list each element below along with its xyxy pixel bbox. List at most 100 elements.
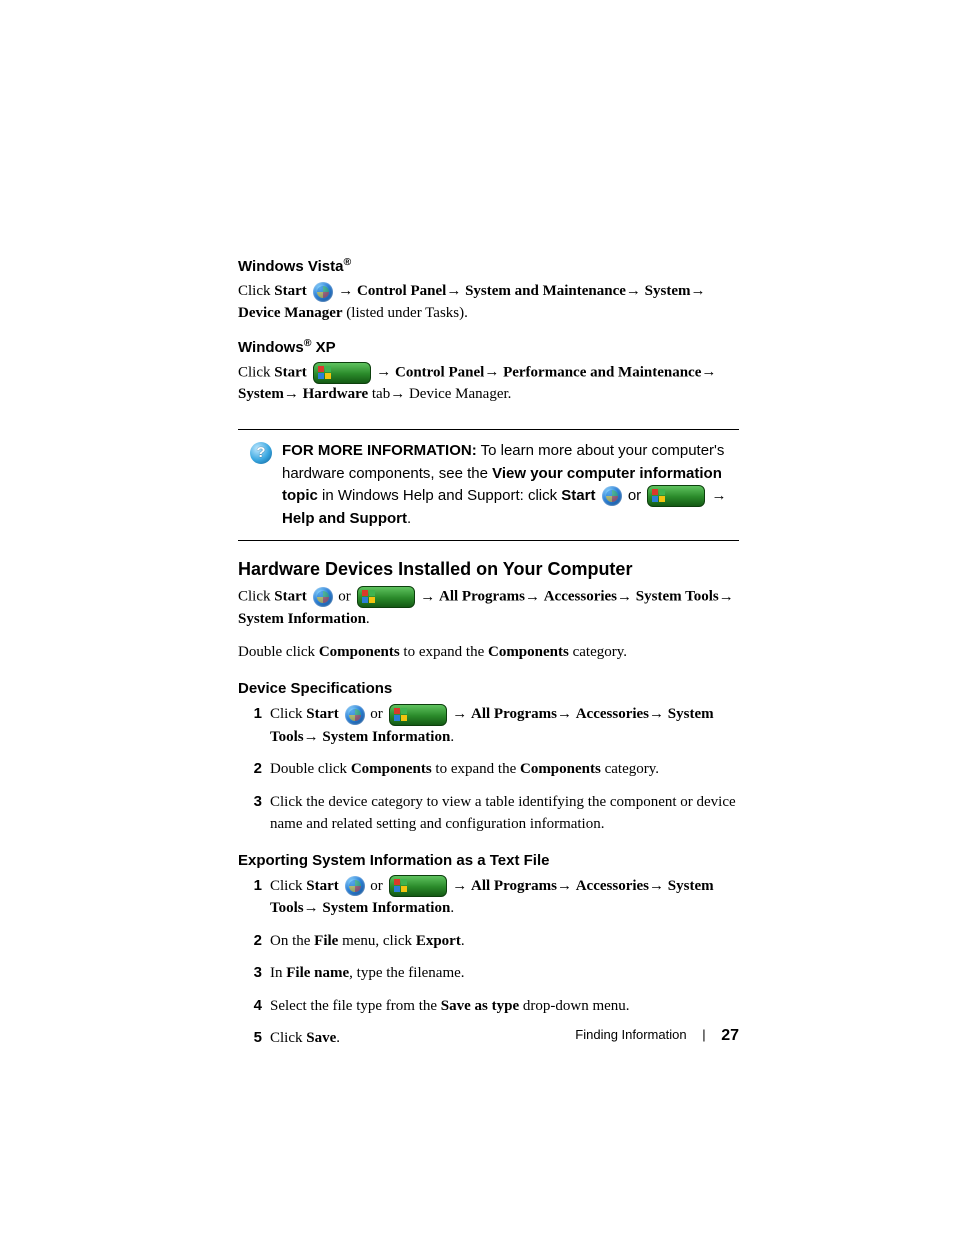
help-and-support: Help and Support: [282, 510, 407, 527]
text: or: [624, 487, 646, 504]
info-text: FOR MORE INFORMATION: To learn more abou…: [282, 440, 727, 530]
text: category.: [569, 644, 627, 660]
info-lead: FOR MORE INFORMATION:: [282, 442, 477, 459]
save-as-type: Save as type: [441, 998, 519, 1014]
arrow-icon: [304, 729, 319, 745]
arrow-icon: [649, 878, 664, 894]
heading-windows-vista: Windows Vista®: [238, 258, 739, 275]
list-item: 1 Click Start or All Programs Accessorie…: [270, 703, 739, 748]
step-number: 1: [238, 703, 262, 726]
text: Click: [238, 589, 274, 605]
hw-instruction-2: Double click Components to expand the Co…: [238, 642, 739, 664]
text: In: [270, 965, 286, 981]
start-label: Start: [306, 878, 339, 894]
path: Performance and Maintenance: [503, 364, 701, 380]
path: All Programs: [471, 878, 557, 894]
path: System and Maintenance: [465, 283, 626, 299]
step-number: 1: [238, 875, 262, 898]
text: to expand the: [432, 761, 520, 777]
step-number: 5: [238, 1027, 262, 1050]
export-action: Export: [416, 933, 461, 949]
text: in Windows Help and Support: click: [318, 487, 561, 504]
text: (listed under Tasks).: [343, 305, 468, 321]
xp-start-button-icon: [647, 485, 705, 507]
device-spec-steps: 1 Click Start or All Programs Accessorie…: [238, 703, 739, 836]
xp-start-button-icon: [357, 586, 415, 608]
step-number: 3: [238, 962, 262, 985]
arrow-icon: [690, 283, 705, 299]
components: Components: [319, 644, 400, 660]
path: All Programs: [471, 706, 557, 722]
list-item: 3 Click the device category to view a ta…: [270, 791, 739, 836]
arrow-icon: [484, 364, 499, 380]
text: , type the filename.: [349, 965, 464, 981]
path: Device Manager: [238, 305, 343, 321]
for-more-information-box: FOR MORE INFORMATION: To learn more abou…: [238, 429, 739, 541]
text: Click: [270, 878, 306, 894]
arrow-icon: [446, 283, 461, 299]
start-label: Start: [274, 283, 307, 299]
text: On the: [270, 933, 314, 949]
hw-instruction-1: Click Start or All Programs Accessories …: [238, 586, 739, 630]
text: category.: [601, 761, 659, 777]
heading-device-specifications: Device Specifications: [238, 680, 739, 697]
footer-section-label: Finding Information: [575, 1027, 686, 1042]
text: to expand the: [400, 644, 488, 660]
vista-instruction: Click Start Control Panel System and Mai…: [238, 281, 739, 325]
text: Click the device category to view a tabl…: [270, 794, 736, 833]
text: .: [450, 900, 454, 916]
heading-xp-text-pre: Windows: [238, 339, 304, 356]
path: Device Manager: [409, 386, 508, 402]
vista-start-orb-icon: [345, 876, 365, 896]
file-name-field: File name: [286, 965, 349, 981]
path: Accessories: [576, 878, 649, 894]
help-question-icon: [250, 442, 272, 464]
path: System Information: [322, 900, 450, 916]
arrow-icon: [626, 283, 641, 299]
text: Double click: [238, 644, 319, 660]
text: Click: [270, 706, 306, 722]
text: menu, click: [338, 933, 415, 949]
text: or: [367, 706, 387, 722]
arrow-icon: [338, 283, 353, 299]
step-number: 4: [238, 995, 262, 1018]
text: tab: [368, 386, 390, 402]
path: System Information: [322, 729, 450, 745]
vista-start-orb-icon: [313, 587, 333, 607]
heading-exporting-sysinfo: Exporting System Information as a Text F…: [238, 852, 739, 869]
text: drop-down menu.: [519, 998, 629, 1014]
arrow-icon: [304, 900, 319, 916]
path: System: [238, 386, 284, 402]
arrow-icon: [284, 386, 299, 402]
text: or: [335, 589, 355, 605]
xp-start-button-icon: [389, 704, 447, 726]
text: .: [508, 386, 512, 402]
file-menu: File: [314, 933, 338, 949]
arrow-icon: [617, 589, 632, 605]
text: Click: [238, 364, 274, 380]
start-label: Start: [561, 487, 595, 504]
heading-vista-text: Windows Vista: [238, 258, 343, 275]
components: Components: [351, 761, 432, 777]
arrow-icon: [712, 487, 727, 504]
document-page: Windows Vista® Click Start Control Panel…: [0, 0, 954, 1235]
text: .: [461, 933, 465, 949]
xp-start-button-icon: [389, 875, 447, 897]
arrow-icon: [649, 706, 664, 722]
text: .: [366, 611, 370, 627]
start-label: Start: [274, 589, 307, 605]
xp-start-button-icon: [313, 362, 371, 384]
page-number: 27: [721, 1027, 739, 1044]
arrow-icon: [452, 878, 467, 894]
path: System: [645, 283, 691, 299]
text: Select the file type from the: [270, 998, 441, 1014]
arrow-icon: [420, 589, 435, 605]
vista-start-orb-icon: [313, 282, 333, 302]
arrow-icon: [390, 386, 405, 402]
text: .: [407, 510, 411, 527]
footer-separator: |: [702, 1027, 705, 1042]
vista-start-orb-icon: [602, 486, 622, 506]
path: Hardware: [303, 386, 369, 402]
path: System Information: [238, 611, 366, 627]
step-number: 2: [238, 930, 262, 953]
